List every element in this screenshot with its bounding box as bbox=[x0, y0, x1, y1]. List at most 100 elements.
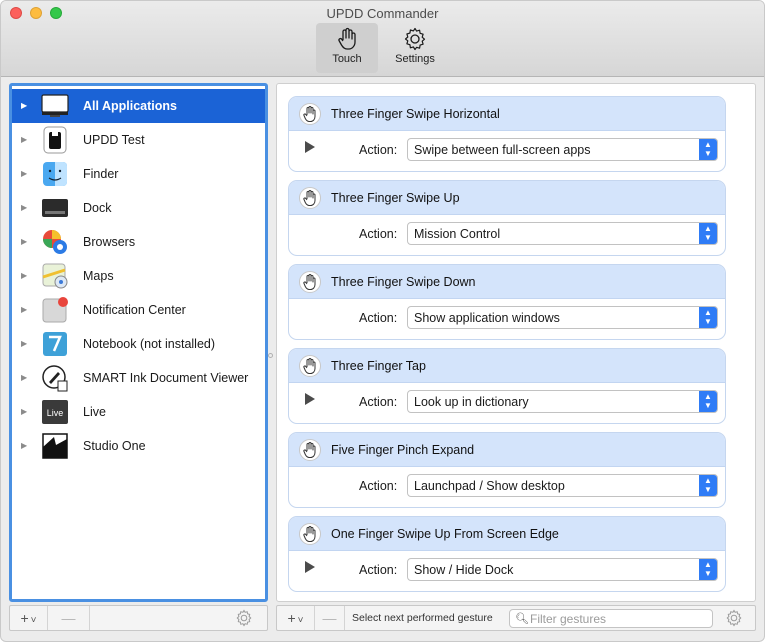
action-value: Swipe between full-screen apps bbox=[414, 143, 591, 157]
svg-text:Live: Live bbox=[47, 408, 64, 418]
gestures-bottom-bar: + ˅ — Select next performed gesture 🔍︎ bbox=[276, 605, 756, 631]
chevron-down-icon: ˅ bbox=[30, 615, 37, 626]
app-label: Finder bbox=[83, 167, 119, 181]
app-row-browsers[interactable]: ▶ Browsers bbox=[12, 225, 265, 259]
tap-hand-icon bbox=[299, 355, 321, 377]
add-application-button[interactable]: + ˅ bbox=[10, 606, 48, 630]
gear-icon[interactable] bbox=[725, 609, 743, 627]
gesture-card-header: Three Finger Swipe Down bbox=[289, 265, 725, 299]
dock-icon bbox=[42, 199, 68, 217]
filter-input[interactable] bbox=[530, 611, 710, 627]
browsers-icon bbox=[43, 230, 67, 254]
touch-tab[interactable]: Touch bbox=[316, 23, 378, 73]
app-row-dock[interactable]: ▶ Dock bbox=[12, 191, 265, 225]
settings-tab[interactable]: Settings bbox=[384, 23, 446, 73]
app-row-studio-one[interactable]: ▶ Studio One bbox=[12, 429, 265, 463]
action-select[interactable]: Swipe between full-screen apps ▲ ▼ bbox=[407, 138, 718, 161]
gesture-card-header: One Finger Swipe Up From Screen Edge bbox=[289, 517, 725, 551]
app-label: Notification Center bbox=[83, 303, 186, 317]
swipe-hand-icon bbox=[299, 271, 321, 293]
applications-bottom-bar: + ˅ — bbox=[9, 605, 268, 631]
updown-arrows-icon: ▲ ▼ bbox=[699, 559, 717, 580]
updd-test-icon bbox=[43, 126, 67, 154]
swipe-hand-icon bbox=[299, 187, 321, 209]
app-row-notebook[interactable]: ▶ Notebook (not installed) bbox=[12, 327, 265, 361]
app-label: SMART Ink Document Viewer bbox=[83, 371, 249, 385]
monitor-icon bbox=[41, 94, 69, 117]
disclosure-triangle-icon[interactable]: ▶ bbox=[21, 305, 27, 314]
disclosure-triangle-icon[interactable]: ▶ bbox=[21, 373, 27, 382]
smart-ink-icon bbox=[42, 365, 68, 392]
disclosure-triangle-icon[interactable]: ▶ bbox=[21, 101, 27, 110]
app-row-notification-center[interactable]: ▶ Notification Center bbox=[12, 293, 265, 327]
add-gesture-button[interactable]: + ˅ bbox=[277, 606, 315, 630]
select-next-gesture-button[interactable]: Select next performed gesture bbox=[352, 612, 493, 624]
remove-application-button[interactable]: — bbox=[48, 606, 90, 630]
notebook-icon bbox=[43, 332, 67, 356]
gestures-panel: Three Finger Swipe Horizontal Action: Sw… bbox=[276, 83, 756, 631]
titlebar: UPDD Commander Touch Settings bbox=[1, 1, 764, 77]
maps-icon bbox=[42, 263, 68, 289]
gesture-card: Three Finger Tap Action: Look up in dict… bbox=[288, 348, 726, 424]
gesture-card: Three Finger Swipe Up Action: Mission Co… bbox=[288, 180, 726, 256]
gesture-title: Three Finger Swipe Down bbox=[331, 275, 476, 289]
disclosure-triangle-icon[interactable]: ▶ bbox=[21, 441, 27, 450]
disclosure-triangle-icon[interactable]: ▶ bbox=[21, 407, 27, 416]
disclosure-triangle-icon[interactable]: ▶ bbox=[21, 237, 27, 246]
action-label: Action: bbox=[359, 563, 398, 577]
disclosure-triangle-icon[interactable]: ▶ bbox=[21, 271, 27, 280]
action-select[interactable]: Show / Hide Dock ▲ ▼ bbox=[407, 558, 718, 581]
app-row-maps[interactable]: ▶ Maps bbox=[12, 259, 265, 293]
updown-arrows-icon: ▲ ▼ bbox=[699, 307, 717, 328]
filter-gestures-field[interactable]: 🔍︎ bbox=[509, 609, 713, 628]
add-label: + bbox=[287, 610, 296, 626]
gear-icon[interactable] bbox=[235, 609, 253, 627]
play-icon[interactable] bbox=[305, 141, 315, 153]
app-row-finder[interactable]: ▶ Finder bbox=[12, 157, 265, 191]
play-icon[interactable] bbox=[305, 561, 315, 573]
app-row-smart-ink[interactable]: ▶ SMART Ink Document Viewer bbox=[12, 361, 265, 395]
applications-panel: ▶ All Applications ▶ UPDD Test ▶ Finder … bbox=[9, 83, 268, 631]
action-label: Action: bbox=[359, 311, 398, 325]
app-row-all-applications[interactable]: ▶ All Applications bbox=[12, 89, 265, 123]
disclosure-triangle-icon[interactable]: ▶ bbox=[21, 135, 27, 144]
action-select[interactable]: Launchpad / Show desktop ▲ ▼ bbox=[407, 474, 718, 497]
disclosure-triangle-icon[interactable]: ▶ bbox=[21, 169, 27, 178]
gear-icon bbox=[404, 27, 426, 51]
disclosure-triangle-icon[interactable]: ▶ bbox=[21, 203, 27, 212]
application-list[interactable]: ▶ All Applications ▶ UPDD Test ▶ Finder … bbox=[9, 83, 268, 602]
gesture-card-header: Three Finger Tap bbox=[289, 349, 725, 383]
notification-center-icon bbox=[42, 297, 68, 323]
settings-tab-label: Settings bbox=[395, 53, 435, 65]
gesture-list: Three Finger Swipe Horizontal Action: Sw… bbox=[276, 83, 756, 602]
gesture-card: Three Finger Swipe Horizontal Action: Sw… bbox=[288, 96, 726, 172]
remove-gesture-button[interactable]: — bbox=[315, 606, 345, 630]
gesture-title: Five Finger Pinch Expand bbox=[331, 443, 475, 457]
gesture-title: Three Finger Swipe Horizontal bbox=[331, 107, 500, 121]
action-select[interactable]: Look up in dictionary ▲ ▼ bbox=[407, 390, 718, 413]
updown-arrows-icon: ▲ ▼ bbox=[699, 139, 717, 160]
app-row-live[interactable]: ▶ Live Live bbox=[12, 395, 265, 429]
play-icon[interactable] bbox=[305, 393, 315, 405]
app-window: UPDD Commander Touch Settings ▶ All Appl… bbox=[0, 0, 765, 642]
action-value: Mission Control bbox=[414, 227, 501, 241]
touch-tab-label: Touch bbox=[332, 53, 362, 65]
app-row-updd-test[interactable]: ▶ UPDD Test bbox=[12, 123, 265, 157]
action-select[interactable]: Show application windows ▲ ▼ bbox=[407, 306, 718, 329]
gesture-card-header: Three Finger Swipe Horizontal bbox=[289, 97, 725, 131]
search-icon: 🔍︎ bbox=[515, 613, 529, 625]
app-label: Studio One bbox=[83, 439, 146, 453]
split-view-divider[interactable] bbox=[268, 353, 273, 358]
action-label: Action: bbox=[359, 395, 398, 409]
swipe-hand-icon bbox=[299, 103, 321, 125]
action-value: Look up in dictionary bbox=[414, 395, 529, 409]
gesture-card: Three Finger Swipe Down Action: Show app… bbox=[288, 264, 726, 340]
action-select[interactable]: Mission Control ▲ ▼ bbox=[407, 222, 718, 245]
disclosure-triangle-icon[interactable]: ▶ bbox=[21, 339, 27, 348]
studio-one-icon bbox=[42, 433, 68, 459]
action-label: Action: bbox=[359, 227, 398, 241]
gesture-card-header: Three Finger Swipe Up bbox=[289, 181, 725, 215]
hand-icon bbox=[338, 27, 356, 50]
gesture-card: One Finger Swipe Up From Screen Edge Act… bbox=[288, 516, 726, 592]
gesture-card: Five Finger Pinch Expand Action: Launchp… bbox=[288, 432, 726, 508]
